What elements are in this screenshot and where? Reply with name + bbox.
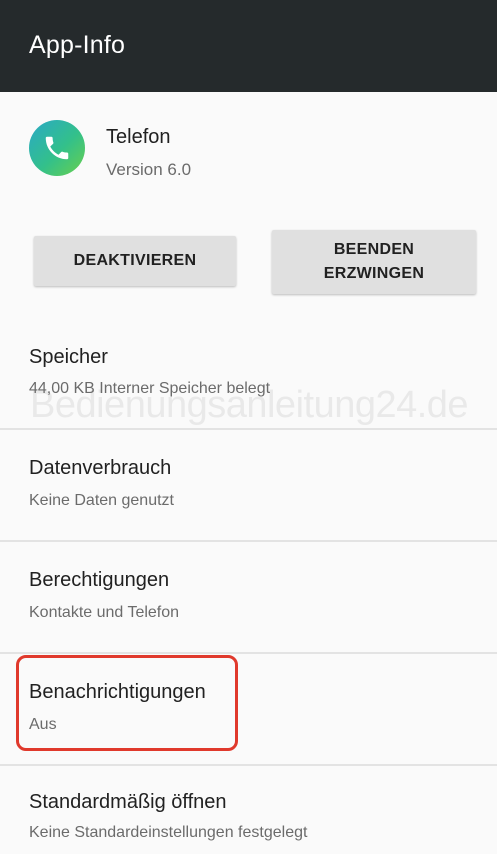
- force-stop-button[interactable]: BEENDEN ERZWINGEN: [272, 230, 476, 294]
- settings-item-title: Speicher: [29, 346, 108, 368]
- settings-item-title: Datenverbrauch: [29, 457, 172, 479]
- app-name: Telefon: [106, 126, 171, 148]
- deactivate-button-label: DEAKTIVIEREN: [73, 252, 197, 269]
- settings-item-title: Standardmäßig öffnen: [29, 791, 227, 813]
- settings-item-title: Berechtigungen: [29, 569, 170, 591]
- phone-handset-glyph: [45, 136, 69, 160]
- settings-item-subtitle: 44,00 KB Interner Speicher belegt: [29, 380, 271, 397]
- toolbar: App-Info: [0, 0, 497, 92]
- page-title: App-Info: [29, 31, 126, 59]
- force-stop-label-line1: BEENDEN: [333, 241, 415, 258]
- highlight-frame: [16, 655, 238, 751]
- app-info-screen: App-Info Telefon Version 6.0 DEAKTIVIERE…: [0, 0, 497, 854]
- deactivate-button[interactable]: DEAKTIVIEREN: [34, 236, 236, 286]
- settings-item-storage[interactable]: Speicher 44,00 KB Interner Speicher bele…: [0, 330, 497, 430]
- settings-item-subtitle: Kontakte und Telefon: [29, 604, 180, 621]
- settings-item-permissions[interactable]: Berechtigungen Kontakte und Telefon: [0, 542, 497, 652]
- app-version: Version 6.0: [106, 160, 192, 179]
- settings-item-open-by-default[interactable]: Standardmäßig öffnen Keine Standardeinst…: [0, 766, 497, 854]
- settings-item-subtitle: Keine Daten genutzt: [29, 492, 174, 509]
- settings-item-data-usage[interactable]: Datenverbrauch Keine Daten genutzt: [0, 430, 497, 540]
- phone-icon: [29, 120, 85, 176]
- settings-item-subtitle: Keine Standardeinstellungen festgelegt: [29, 824, 308, 841]
- force-stop-label-line2: ERZWINGEN: [323, 265, 425, 282]
- force-stop-button-label: BEENDEN ERZWINGEN: [324, 238, 424, 286]
